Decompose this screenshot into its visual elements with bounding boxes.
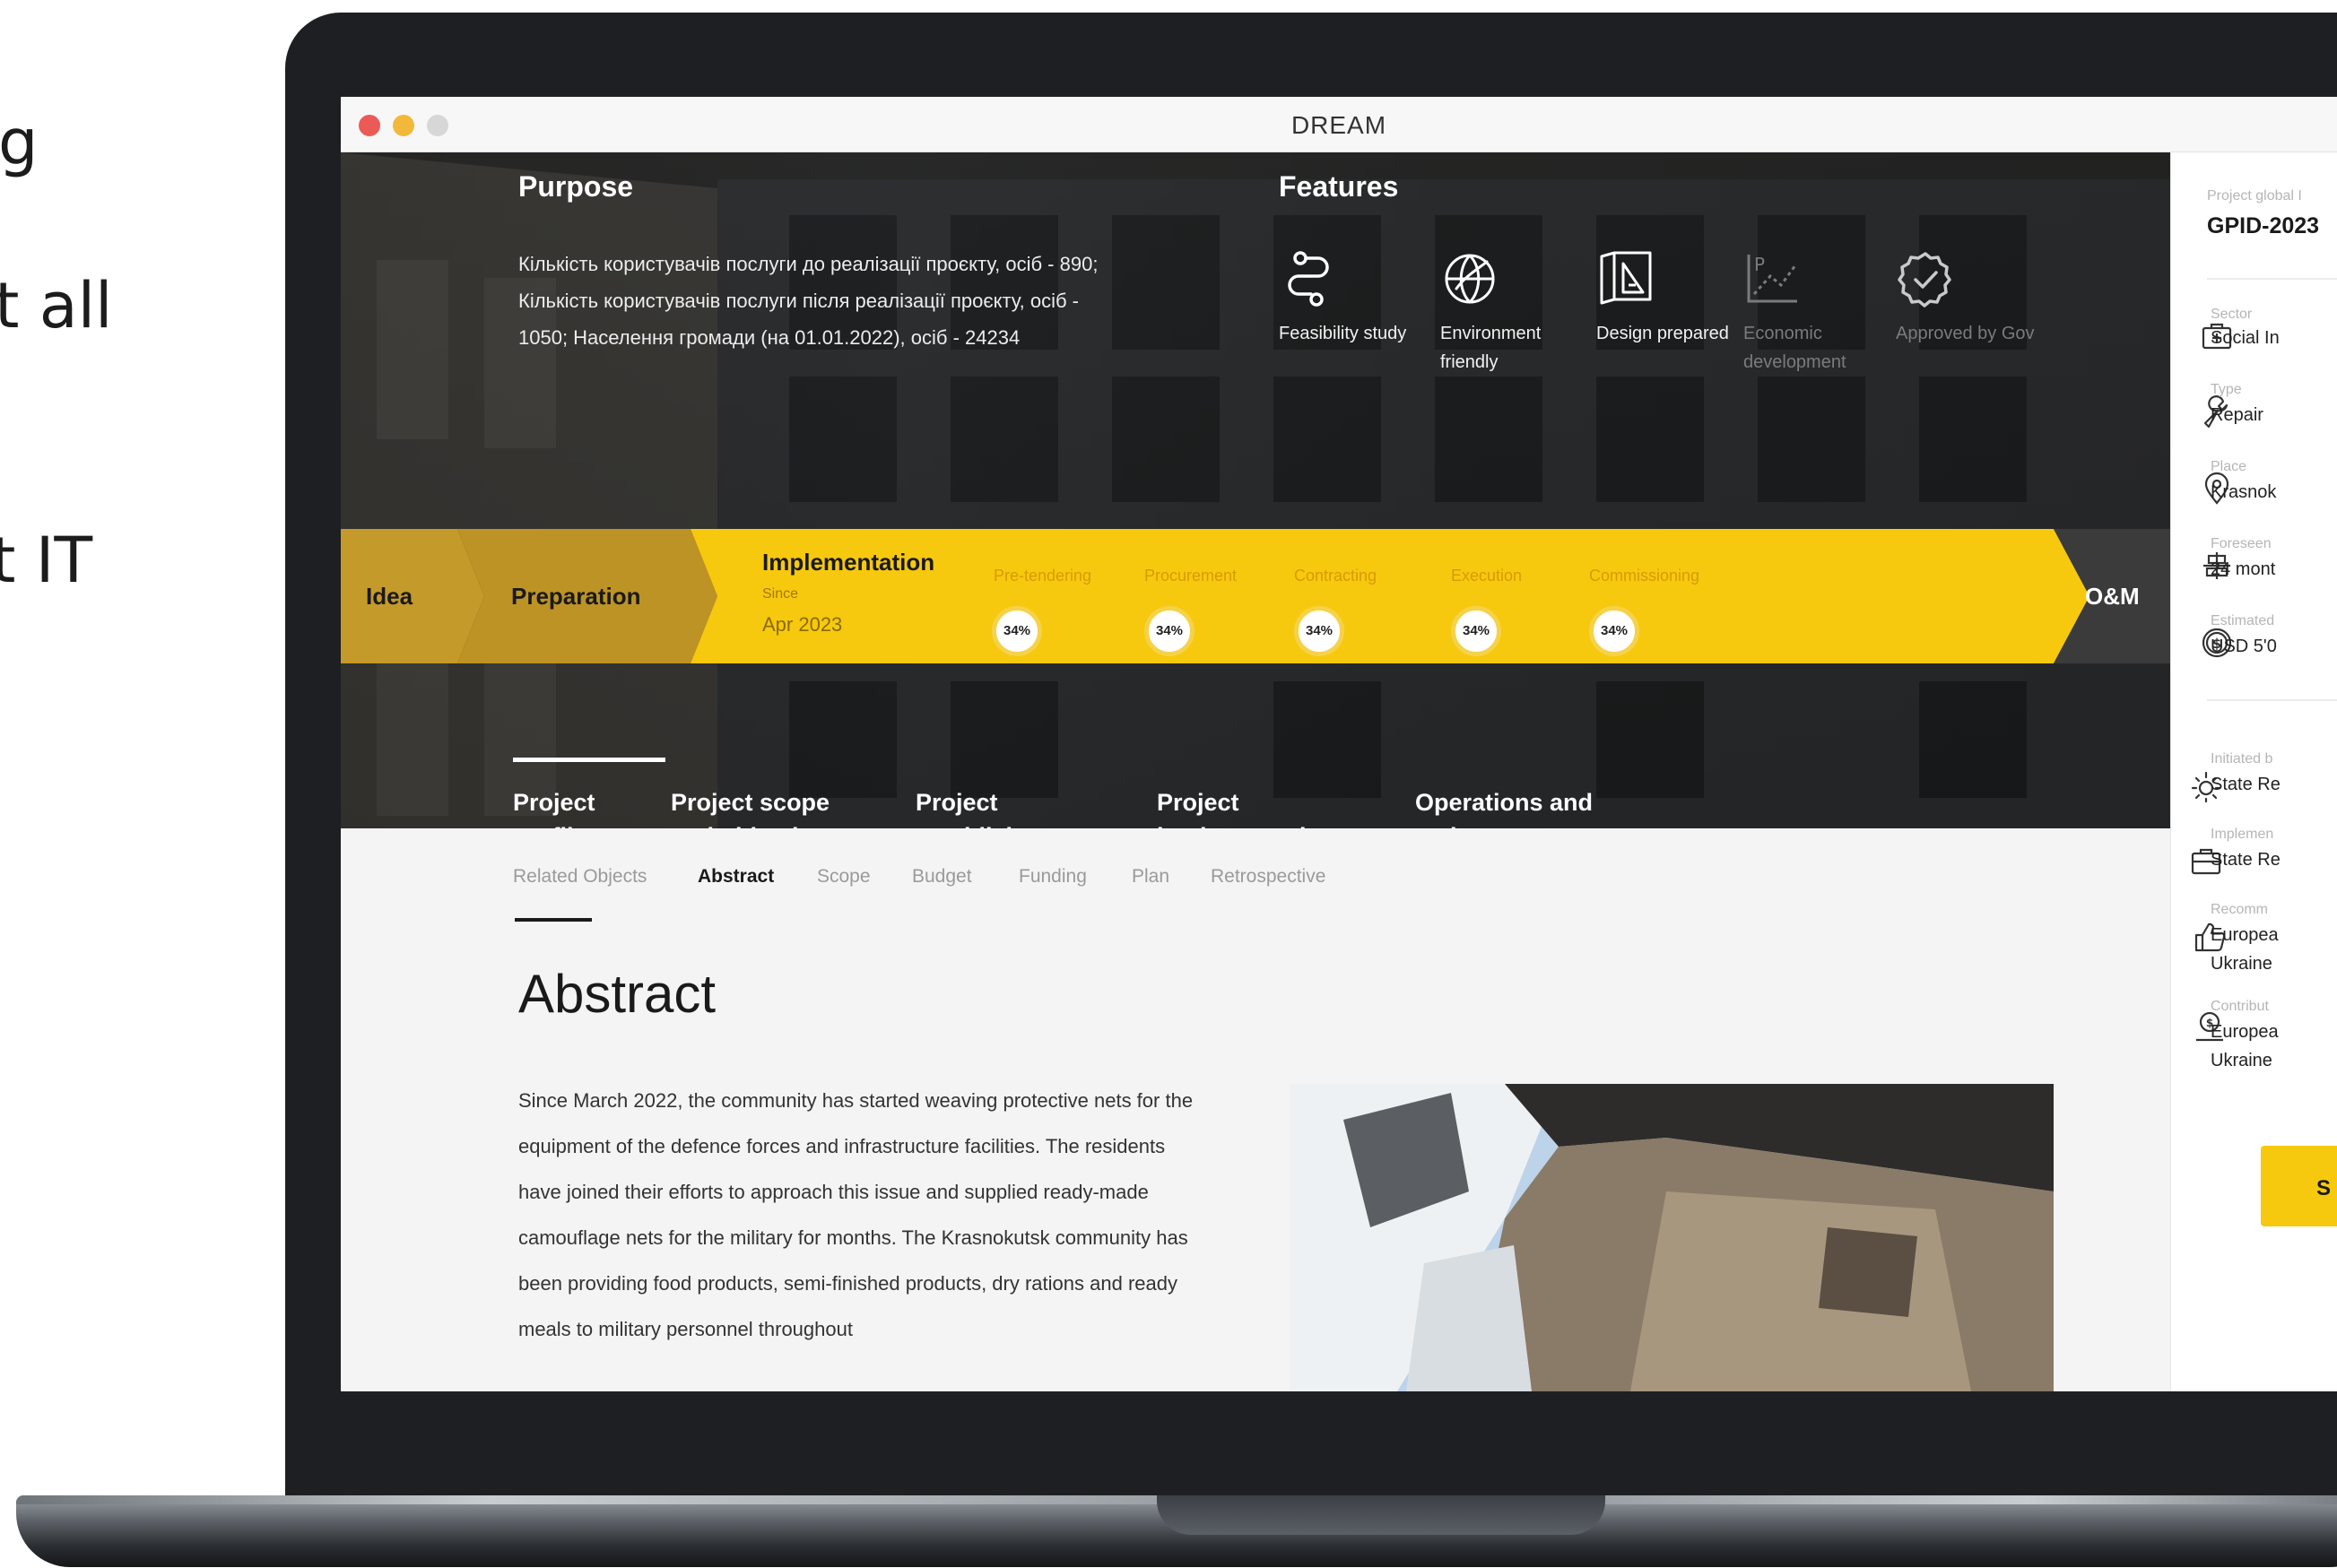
- estimated-value: USD 5'0: [2211, 637, 2277, 656]
- feature-environment-friendly: Environment friendly: [1440, 249, 1602, 377]
- recommended-value: Europea: [2211, 925, 2279, 945]
- stage-preparation[interactable]: Preparation: [511, 583, 641, 611]
- subtab-scope[interactable]: Scope: [817, 866, 871, 888]
- tab-project-implementation[interactable]: Project implementation: [1157, 785, 1363, 828]
- foreseen-label: Foreseen: [2211, 536, 2272, 551]
- sector-label: Sector: [2211, 307, 2253, 322]
- slide-text-line-2: t all: [0, 269, 113, 342]
- substage-label: Commissioning: [1589, 567, 1700, 585]
- feature-label: Environment friendly: [1440, 324, 1542, 372]
- subtab-active-indicator: [515, 918, 592, 922]
- browser-window: DREAM Purpose Кількість користувачів пос…: [341, 97, 2337, 1391]
- chart-icon: P: [1747, 254, 1797, 303]
- feature-label: Design prepared: [1596, 324, 1729, 343]
- panel-divider: [2207, 278, 2337, 280]
- project-stage-bar: Idea Preparation Implementation Since Ap…: [341, 529, 2170, 663]
- stage-since-value: Apr 2023: [762, 613, 843, 636]
- feature-label: Economic development: [1743, 324, 1846, 372]
- section-tab-active-indicator: [513, 758, 665, 762]
- substage-progress-badge: 34%: [1451, 606, 1501, 656]
- stage-since-label: Since: [762, 586, 799, 602]
- window-titlebar: DREAM: [341, 97, 2337, 152]
- window-title: DREAM: [1290, 111, 1387, 139]
- abstract-text: Since March 2022, the community has star…: [518, 1089, 1194, 1340]
- svg-text:P: P: [1754, 254, 1765, 275]
- panel-action-button[interactable]: S: [2261, 1146, 2337, 1226]
- tab-project-scope[interactable]: Project scope and objectives: [671, 785, 877, 828]
- panel-divider: [2207, 699, 2337, 701]
- feature-economic-development: P Economic development: [1743, 249, 1905, 377]
- globe-leaf-icon: [1445, 254, 1495, 304]
- foreseen-value: 24 mont: [2211, 559, 2276, 579]
- type-label: Type: [2211, 382, 2242, 397]
- implementer-value: State Re: [2211, 850, 2281, 870]
- feature-label: Approved by Gov: [1896, 324, 2035, 343]
- recommended-label: Recomm: [2211, 902, 2269, 917]
- initiated-label: Initiated b: [2211, 751, 2273, 767]
- implementer-label: Implemen: [2211, 827, 2274, 842]
- tab-project-establishment[interactable]: Project establishment: [916, 785, 1104, 828]
- subtab-abstract[interactable]: Abstract: [698, 866, 774, 888]
- feature-feasibility-study: Feasibility study: [1279, 249, 1440, 348]
- stage-om[interactable]: O&M: [2085, 583, 2140, 611]
- place-label: Place: [2211, 459, 2247, 474]
- route-icon: [1288, 251, 1329, 307]
- damaged-building-photo: [1290, 1084, 2054, 1391]
- recommended-value-line-2: Ukraine: [2211, 954, 2272, 974]
- place-value: Krasnok: [2211, 482, 2277, 502]
- content-area: Related Objects Abstract Scope Budget Fu…: [341, 828, 2170, 1391]
- substage-progress-badge: 34%: [1144, 606, 1195, 656]
- purpose-text: Кількість користувачів послуги до реаліз…: [518, 253, 1099, 349]
- check-circle-icon: [1898, 252, 1951, 308]
- substage-progress-badge: 34%: [1294, 606, 1344, 656]
- laptop-notch: [1157, 1495, 1605, 1535]
- global-id-value: GPID-2023: [2207, 213, 2320, 238]
- project-hero: Purpose Кількість користувачів послуги д…: [341, 152, 2170, 828]
- substage-label: Procurement: [1144, 567, 1238, 585]
- slide-text-line-1: g: [0, 106, 39, 179]
- subtab-related-objects[interactable]: Related Objects: [513, 866, 647, 888]
- purpose-title: Purpose: [518, 170, 634, 203]
- stage-idea[interactable]: Idea: [366, 583, 413, 611]
- contributor-value: Europea: [2211, 1022, 2279, 1042]
- estimated-label: Estimated: [2211, 613, 2275, 628]
- tab-operations-maintenance[interactable]: Operations and maintenance: [1415, 785, 1621, 828]
- substage-progress-badge: 34%: [1589, 606, 1639, 656]
- stage-implementation[interactable]: Implementation: [762, 549, 934, 576]
- subtab-retrospective[interactable]: Retrospective: [1211, 866, 1325, 888]
- abstract-title: Abstract: [518, 964, 717, 1024]
- project-summary-panel: Project global I GPID-2023 Sector Social…: [2170, 152, 2337, 1391]
- slide-text-line-3: t IT: [0, 524, 93, 597]
- tab-project-profile[interactable]: Project profile: [513, 785, 630, 828]
- blueprint-icon: [1600, 251, 1652, 305]
- substage-label: Contracting: [1294, 567, 1377, 585]
- feature-design-prepared: Design prepared: [1596, 249, 1758, 348]
- substage-progress-badge: 34%: [992, 606, 1042, 656]
- features-title: Features: [1279, 170, 1399, 203]
- feature-approved-by-gov: Approved by Gov: [1896, 249, 2057, 348]
- global-id-label: Project global I: [2207, 188, 2302, 204]
- sector-value: Social In: [2211, 328, 2280, 348]
- substage-label: Pre-tendering: [994, 567, 1092, 585]
- slide-canvas: g t all t IT DREAM Purpose Кількість кор…: [0, 0, 2337, 1568]
- contributor-label: Contribut: [2211, 999, 2269, 1014]
- subtab-plan[interactable]: Plan: [1132, 866, 1169, 888]
- feature-label: Feasibility study: [1279, 324, 1407, 343]
- substage-label: Execution: [1451, 567, 1523, 585]
- initiated-value: State Re: [2211, 775, 2281, 794]
- subtab-budget[interactable]: Budget: [912, 866, 972, 888]
- subtab-funding[interactable]: Funding: [1019, 866, 1087, 888]
- contributor-value-line-2: Ukraine: [2211, 1051, 2272, 1070]
- type-value: Repair: [2211, 405, 2263, 425]
